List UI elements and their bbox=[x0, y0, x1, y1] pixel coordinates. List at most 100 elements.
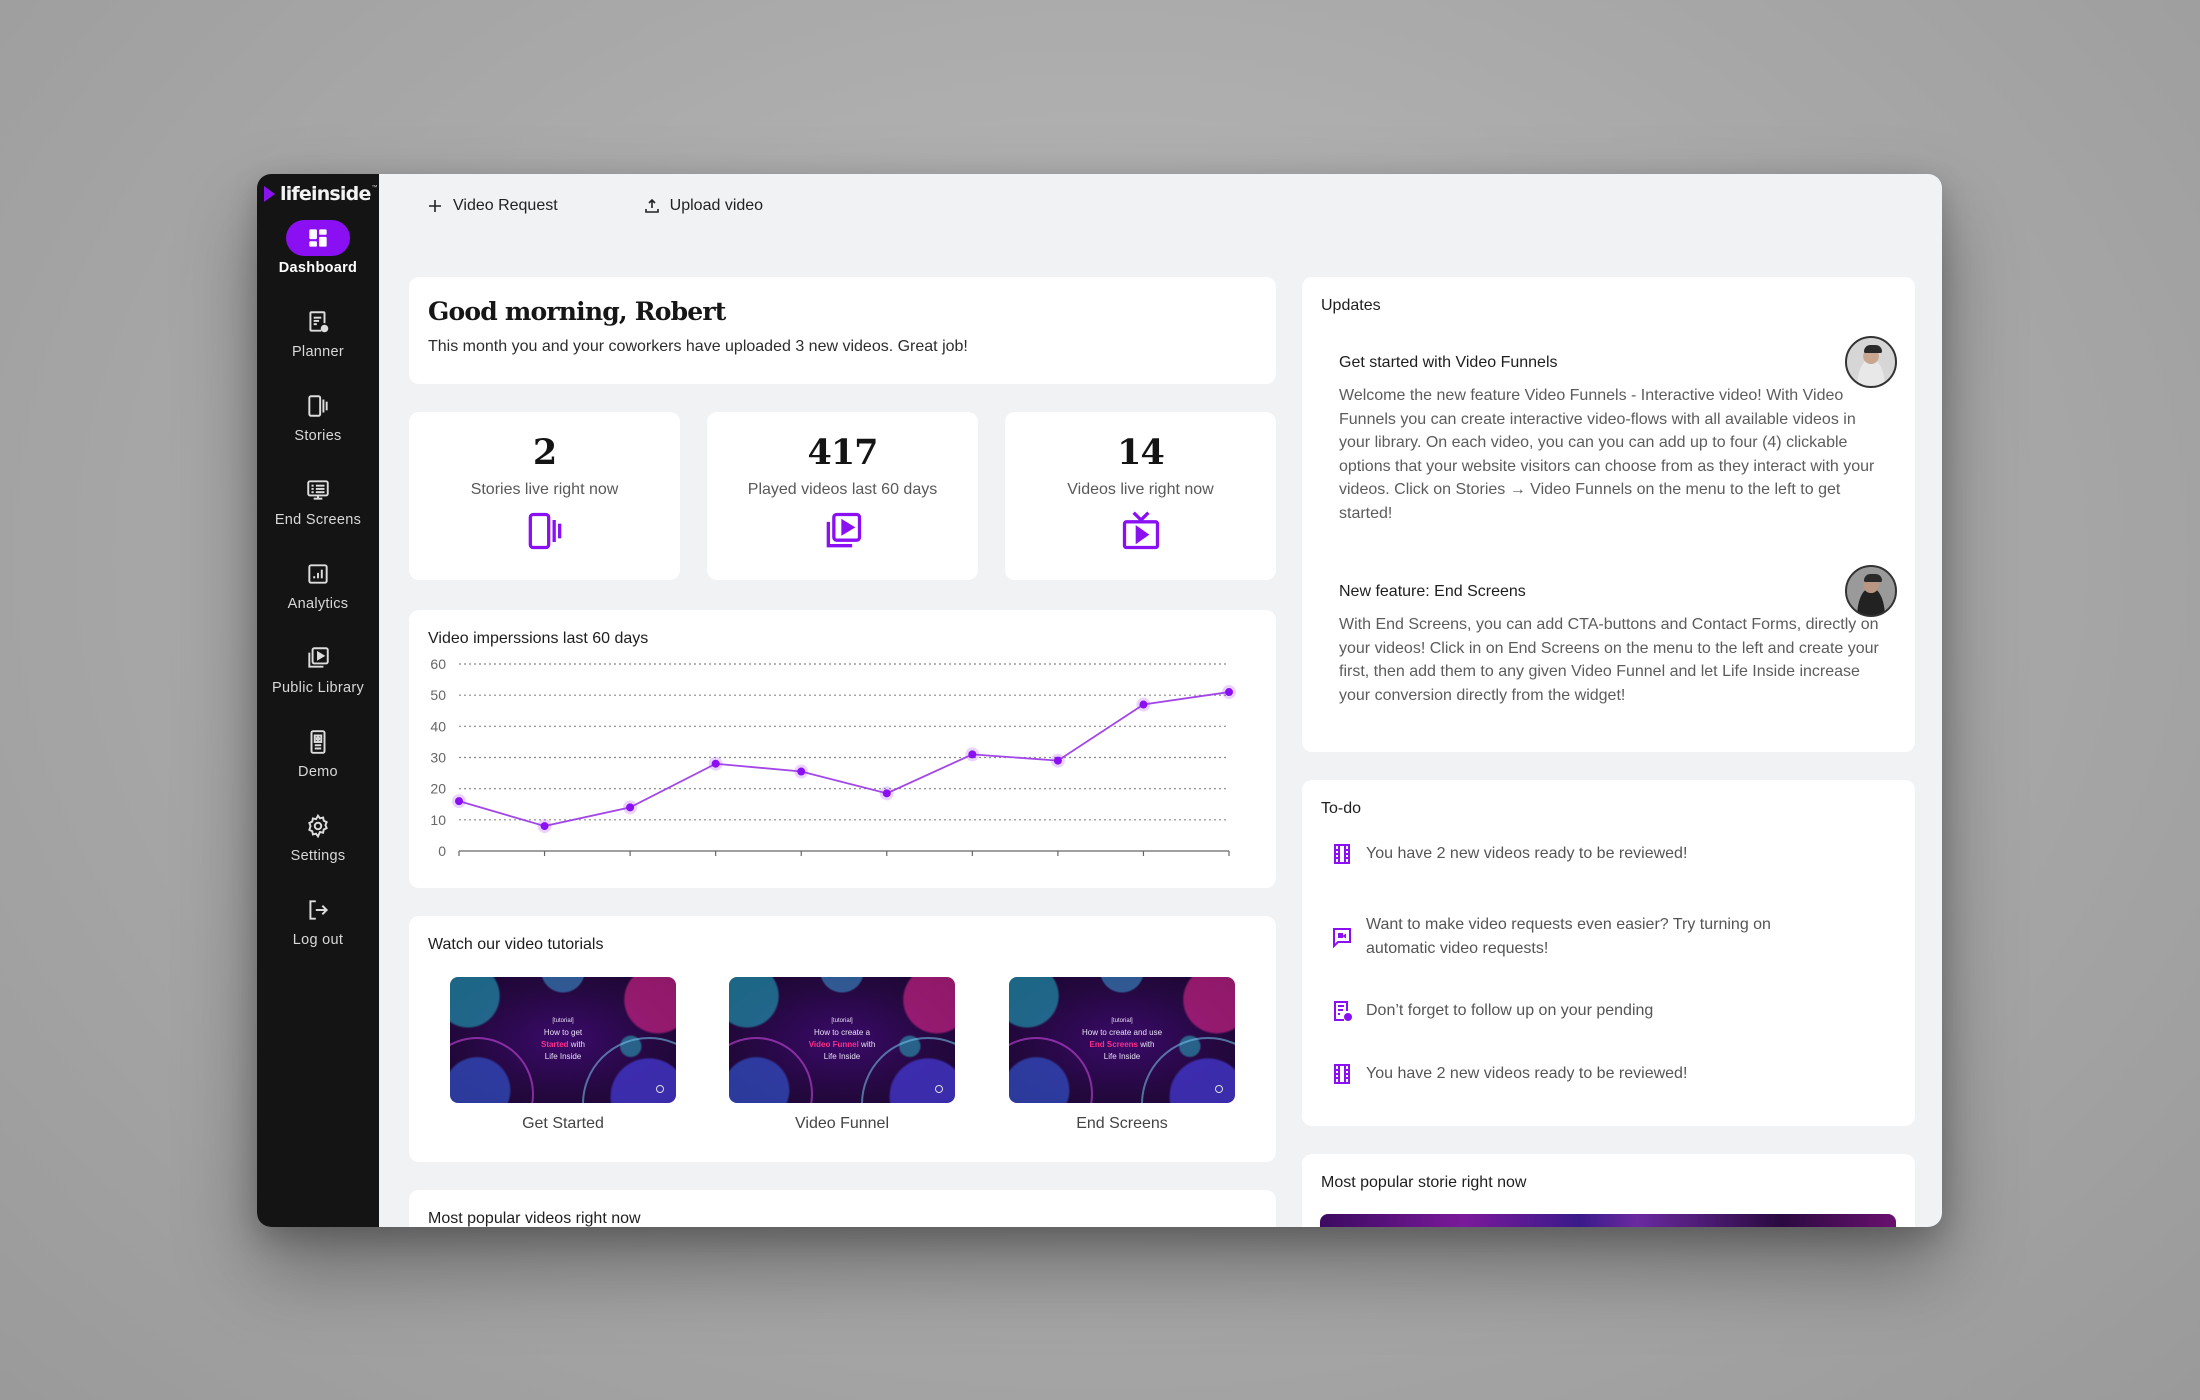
brand-name: lifeinside bbox=[280, 183, 371, 205]
tutorial-get-started[interactable]: [tutorial] How to get Started with Life … bbox=[450, 977, 676, 1133]
thumbnail-text: [tutorial] How to get Started with Life … bbox=[450, 1015, 676, 1063]
brand-mark-icon bbox=[656, 1085, 664, 1093]
sidebar-item-label: Settings bbox=[290, 848, 346, 864]
brand-mark-icon bbox=[1215, 1085, 1223, 1093]
todo-title: To-do bbox=[1321, 800, 1362, 817]
thumbnail-tag: [tutorial] bbox=[1111, 1018, 1133, 1024]
stat-card-videos-live[interactable]: 14 Videos live right now bbox=[1005, 412, 1276, 580]
thumbnail-line: with bbox=[568, 1040, 585, 1049]
impressions-line-chart: 0 10 20 30 40 50 60 bbox=[430, 656, 1236, 859]
y-tick-label: 50 bbox=[430, 687, 446, 703]
thumbnail-line: with bbox=[1138, 1040, 1155, 1049]
update-item[interactable]: Get started with Video Funnels Welcome t… bbox=[1339, 354, 1889, 525]
data-point bbox=[711, 759, 720, 768]
todo-text: Want to make video requests even easier?… bbox=[1366, 916, 1771, 957]
data-point bbox=[882, 789, 891, 798]
story-thumbnail[interactable] bbox=[1320, 1214, 1896, 1227]
thumbnail-line: Life Inside bbox=[823, 1052, 861, 1061]
sidebar-item-end-screens[interactable]: End Screens bbox=[257, 472, 379, 556]
update-title: Get started with Video Funnels bbox=[1339, 354, 1558, 371]
upload-icon bbox=[644, 198, 659, 213]
film-icon bbox=[1334, 844, 1350, 864]
update-title: New feature: End Screens bbox=[1339, 583, 1526, 600]
todo-text: You have 2 new videos ready to be review… bbox=[1366, 1065, 1688, 1083]
sidebar: lifeinside ™ Dashboard Planner Stories E… bbox=[257, 174, 379, 1227]
stat-card-stories[interactable]: 2 Stories live right now bbox=[409, 412, 680, 580]
data-point bbox=[797, 767, 806, 776]
play-triangle-icon bbox=[264, 186, 275, 202]
sidebar-nav: Dashboard Planner Stories End Screens An… bbox=[257, 220, 379, 976]
tutorial-thumbnail[interactable]: [tutorial] How to create and use End Scr… bbox=[1009, 977, 1235, 1103]
sidebar-item-label: Planner bbox=[291, 344, 345, 360]
todo-item[interactable]: Want to make video requests even easier?… bbox=[1330, 913, 1836, 960]
thumbnail-tag: [tutorial] bbox=[831, 1018, 853, 1024]
data-point bbox=[1053, 756, 1062, 765]
data-point bbox=[455, 797, 463, 806]
series-line bbox=[458, 691, 1230, 827]
data-point bbox=[540, 822, 549, 831]
thumbnail-highlight: End Screens bbox=[1089, 1040, 1138, 1049]
sidebar-item-analytics[interactable]: Analytics bbox=[257, 556, 379, 640]
popular-stories-title: Most popular storie right now bbox=[1321, 1174, 1527, 1191]
video-request-button[interactable]: Video Request bbox=[427, 197, 558, 215]
todo-item[interactable]: Don’t forget to follow up on your pendin… bbox=[1330, 999, 1836, 1023]
sidebar-item-label: Dashboard bbox=[278, 260, 358, 276]
public-library-icon bbox=[286, 640, 350, 676]
greeting-card: Good morning, Robert This month you and … bbox=[409, 277, 1276, 384]
sidebar-item-settings[interactable]: Settings bbox=[257, 808, 379, 892]
sidebar-item-label: Public Library bbox=[271, 680, 365, 696]
thumbnail-line: How to create and use bbox=[1081, 1028, 1163, 1037]
thumbnail-text: [tutorial] How to create a Video Funnel … bbox=[729, 1015, 955, 1063]
y-tick-label: 20 bbox=[430, 781, 446, 797]
tutorial-video-funnel[interactable]: [tutorial] How to create a Video Funnel … bbox=[729, 977, 955, 1133]
sidebar-item-label: Log out bbox=[292, 932, 344, 948]
thumbnail-highlight: Video Funnel bbox=[808, 1040, 859, 1049]
tutorial-thumbnail[interactable]: [tutorial] How to create a Video Funnel … bbox=[729, 977, 955, 1103]
brand-mark-icon bbox=[935, 1085, 943, 1093]
todo-item[interactable]: You have 2 new videos ready to be review… bbox=[1330, 842, 1836, 866]
stories-icon bbox=[286, 388, 350, 424]
stat-label: Played videos last 60 days bbox=[747, 481, 938, 498]
update-body: Welcome the new feature Video Funnels - … bbox=[1339, 387, 1875, 522]
upload-video-button[interactable]: Upload video bbox=[644, 197, 763, 215]
sidebar-item-demo[interactable]: Demo bbox=[257, 724, 379, 808]
end-screens-icon bbox=[286, 472, 350, 508]
tutorial-end-screens[interactable]: [tutorial] How to create and use End Scr… bbox=[1009, 977, 1235, 1133]
y-tick-label: 40 bbox=[430, 718, 446, 734]
sidebar-item-planner[interactable]: Planner bbox=[257, 304, 379, 388]
thumbnail-highlight: Started bbox=[540, 1040, 569, 1049]
brand-logo[interactable]: lifeinside ™ bbox=[260, 182, 378, 206]
upload-video-label: Upload video bbox=[669, 197, 764, 214]
tutorial-thumbnail[interactable]: [tutorial] How to get Started with Life … bbox=[450, 977, 676, 1103]
sidebar-item-public-library[interactable]: Public Library bbox=[257, 640, 379, 724]
updates-card: Updates Get started with Video Funnels W… bbox=[1302, 277, 1915, 752]
thumbnail-tag: [tutorial] bbox=[552, 1018, 574, 1024]
popular-stories-card: Most popular storie right now bbox=[1302, 1154, 1915, 1227]
plus-icon bbox=[429, 200, 441, 212]
sidebar-item-stories[interactable]: Stories bbox=[257, 388, 379, 472]
planner-icon bbox=[286, 304, 350, 340]
tutorials-card: Watch our video tutorials [tutorial] How… bbox=[409, 916, 1276, 1162]
y-tick-label: 0 bbox=[438, 843, 446, 859]
demo-icon bbox=[286, 724, 350, 760]
stories-icon bbox=[528, 512, 561, 550]
video-request-label: Video Request bbox=[453, 197, 558, 214]
updates-title: Updates bbox=[1321, 297, 1381, 314]
data-point bbox=[626, 803, 635, 812]
sidebar-item-dashboard[interactable]: Dashboard bbox=[257, 220, 379, 304]
analytics-icon bbox=[286, 556, 350, 592]
trademark: ™ bbox=[371, 185, 378, 191]
update-item[interactable]: New feature: End Screens With End Screen… bbox=[1339, 583, 1889, 707]
update-body: With End Screens, you can add CTA-button… bbox=[1339, 616, 1879, 704]
top-toolbar: Video Request Upload video bbox=[379, 174, 1942, 238]
thumbnail-line: Life Inside bbox=[544, 1052, 582, 1061]
sidebar-item-label: End Screens bbox=[274, 512, 362, 528]
sidebar-item-logout[interactable]: Log out bbox=[257, 892, 379, 976]
greeting-subtitle: This month you and your coworkers have u… bbox=[428, 338, 968, 355]
stat-value: 2 bbox=[532, 432, 557, 473]
y-tick-label: 60 bbox=[430, 656, 446, 672]
tutorials-title: Watch our video tutorials bbox=[428, 936, 604, 953]
stat-card-played-videos[interactable]: 417 Played videos last 60 days bbox=[707, 412, 978, 580]
sidebar-item-label: Demo bbox=[298, 764, 338, 780]
todo-item[interactable]: You have 2 new videos ready to be review… bbox=[1330, 1062, 1836, 1086]
